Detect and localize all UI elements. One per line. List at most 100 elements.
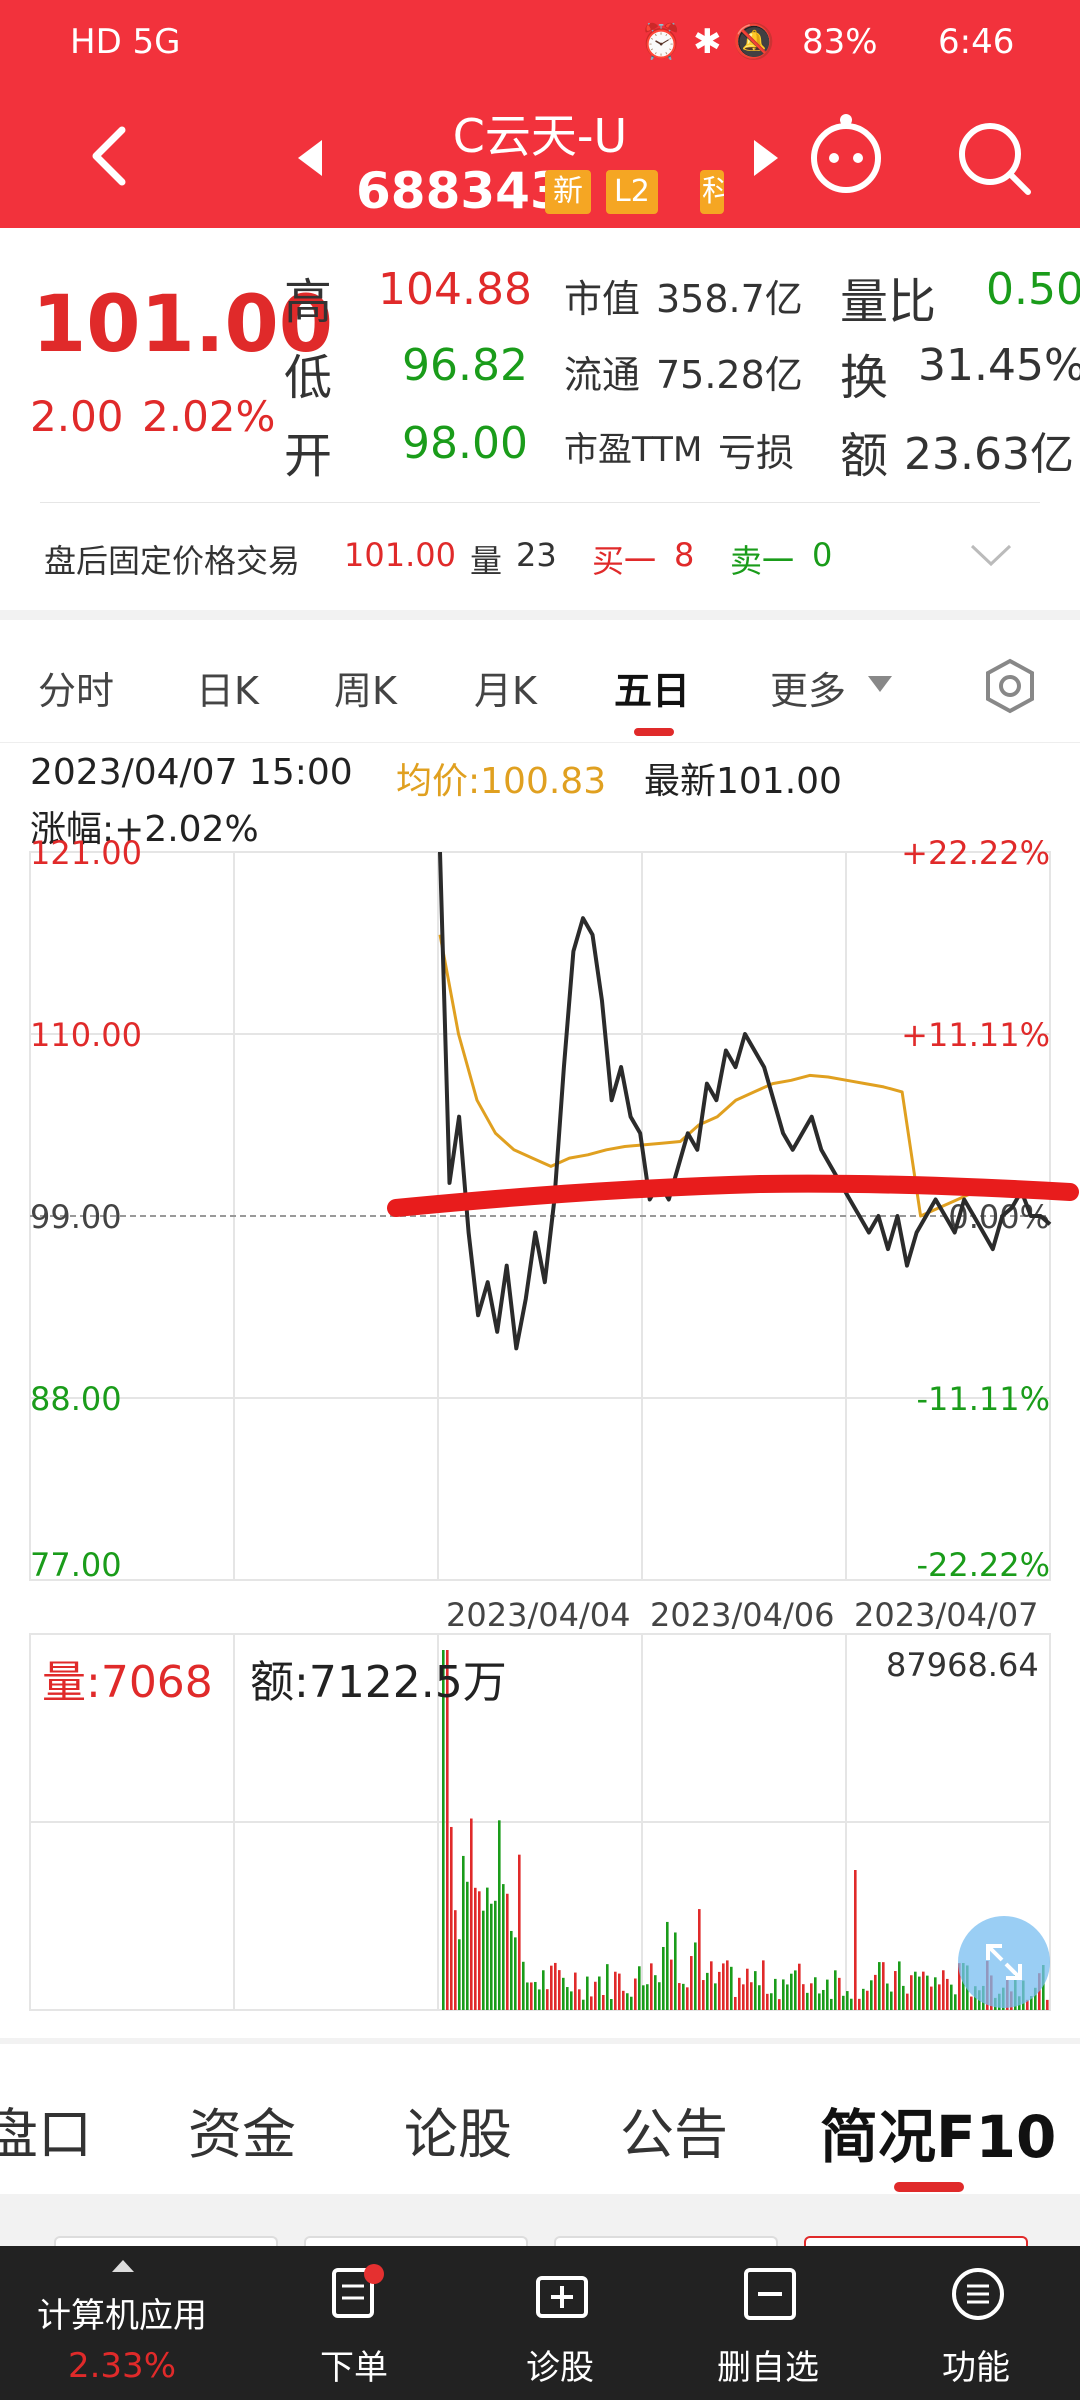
volume-bar <box>518 1854 521 2010</box>
volume-bar <box>842 1995 845 2010</box>
volume-bar <box>782 1979 785 2010</box>
tab-announcements[interactable]: 公告 <box>620 2090 728 2169</box>
tab-discussion[interactable]: 论股 <box>404 2090 512 2169</box>
diagnose-icon <box>536 2276 588 2318</box>
nav-remove-watchlist[interactable]: 删自选 <box>668 2246 868 2400</box>
volume-bar <box>738 1977 741 2010</box>
volume-bar <box>682 1983 685 2010</box>
turnover-label: 换 <box>840 350 889 406</box>
volume-bar <box>510 1930 513 2010</box>
tag-new: 新 <box>545 170 591 214</box>
price-change: 2.00 <box>30 392 124 441</box>
volume-bar <box>686 1987 689 2010</box>
functions-label: 功能 <box>942 2348 1010 2388</box>
volume-bar <box>486 1887 489 2010</box>
left-tick-label: 99.00 <box>30 1198 122 1236</box>
five-day-chart[interactable]: 2023/04/07 15:00 均价:100.83 最新101.00 涨幅:+… <box>0 742 1080 2038</box>
low-value: 96.82 <box>402 340 528 391</box>
stock-code: 688343 <box>356 162 565 220</box>
tab-f10[interactable]: 简况F10 <box>820 2090 1056 2174</box>
volume-bar <box>802 1984 805 2010</box>
tab-monthly-k[interactable]: 月K <box>474 660 537 715</box>
tab-funds[interactable]: 资金 <box>188 2090 296 2169</box>
tab-five-day[interactable]: 五日 <box>614 660 690 715</box>
search-icon[interactable] <box>954 118 1034 198</box>
volume-bar <box>806 1992 809 2010</box>
volume-bar <box>546 1989 549 2010</box>
volume-bar <box>570 1991 573 2010</box>
volume-bar <box>778 1999 781 2010</box>
volume-bar <box>918 1976 921 2010</box>
tab-weekly-k[interactable]: 周K <box>334 660 397 715</box>
volume-bar <box>730 1966 733 2010</box>
volume-bar <box>822 1989 825 2010</box>
ask1-value: 0 <box>812 536 833 574</box>
volume-bar <box>670 1959 673 2010</box>
bid1-label: 买一 <box>592 542 657 580</box>
volume-bar <box>466 1881 469 2010</box>
volume-bar <box>710 1961 713 2010</box>
volume-max: 87968.64 <box>886 1646 1039 1684</box>
fullscreen-button[interactable] <box>958 1916 1050 2008</box>
average-price-line <box>438 934 1050 1218</box>
quote-panel: 101.00 2.00 2.02% 高 104.88 市值 358.7亿 量比 … <box>0 228 1080 610</box>
after-hours-row[interactable]: 盘后固定价格交易 101.00 量 23 买一 8 卖一 0 <box>0 504 1080 608</box>
volume-bar <box>634 1978 637 2010</box>
volume-label: 量:7068 <box>42 1657 213 1708</box>
volume-bar <box>942 1970 945 2010</box>
volume-bar <box>770 1993 773 2010</box>
tab-more[interactable]: 更多 <box>770 660 846 715</box>
left-tick-label: 121.00 <box>30 834 142 872</box>
volume-bar <box>742 1984 745 2010</box>
volume-bar <box>722 1963 725 2010</box>
robot-icon[interactable] <box>804 110 888 194</box>
nav-functions[interactable]: 功能 <box>876 2246 1076 2400</box>
tab-intraday[interactable]: 分时 <box>38 660 114 715</box>
volume-bar <box>698 1909 701 2010</box>
volume-bar <box>898 1961 901 2010</box>
volume-bar <box>498 1820 501 2010</box>
volume-bar <box>470 1818 473 2010</box>
volume-bar <box>886 1983 889 2010</box>
right-tick-label: -11.11% <box>916 1380 1050 1418</box>
settings-hexagon-icon[interactable] <box>982 658 1038 714</box>
turnover-value: 31.45% <box>918 340 1080 391</box>
volume-bar <box>746 1968 749 2010</box>
float-cap-value: 75.28亿 <box>656 353 803 397</box>
volume-bar <box>530 1982 533 2010</box>
volume-bar <box>602 1994 605 2010</box>
x-date-label: 2023/04/06 <box>650 1596 834 1634</box>
volume-bar <box>658 1982 661 2010</box>
high-label: 高 <box>284 274 333 330</box>
price-chart-svg: 121.00 +22.22%110.00 +11.11%99.00 0.00%88.0… <box>29 834 1079 2011</box>
volume-bar <box>578 1989 581 2010</box>
next-stock-icon[interactable] <box>750 138 780 178</box>
volume-bar <box>906 1993 909 2010</box>
volume-bar <box>922 1971 925 2010</box>
volume-bar <box>754 1971 757 2010</box>
tab-order-book[interactable]: 盘口 <box>0 2090 92 2169</box>
volume-bar <box>506 1893 509 2010</box>
volume-bar <box>598 1976 601 2010</box>
volume-ratio-value: 0.50 <box>986 264 1080 315</box>
tab-daily-k[interactable]: 日K <box>196 660 259 715</box>
pe-value: 亏损 <box>718 431 795 475</box>
market-cap-value: 358.7亿 <box>656 277 803 321</box>
volume-bar <box>862 1988 865 2010</box>
sector-info[interactable]: 计算机应用 2.33% <box>0 2246 244 2400</box>
volume-bar <box>914 1971 917 2010</box>
volume-bar <box>650 1963 653 2010</box>
volume-bar <box>618 1973 621 2010</box>
volume-bar <box>610 1999 613 2010</box>
left-tick-label: 110.00 <box>30 1016 142 1054</box>
active-detail-indicator <box>894 2182 964 2192</box>
volume-bar <box>638 1966 641 2010</box>
volume-bar <box>762 1960 765 2010</box>
volume-bar <box>798 1963 801 2010</box>
volume-bar <box>646 1984 649 2010</box>
expand-chevron-icon[interactable] <box>968 542 1014 568</box>
volume-bar <box>690 1956 693 2010</box>
nav-order[interactable]: 下单 <box>254 2246 454 2400</box>
volume-bar <box>654 1975 657 2010</box>
nav-diagnose[interactable]: 诊股 <box>460 2246 660 2400</box>
